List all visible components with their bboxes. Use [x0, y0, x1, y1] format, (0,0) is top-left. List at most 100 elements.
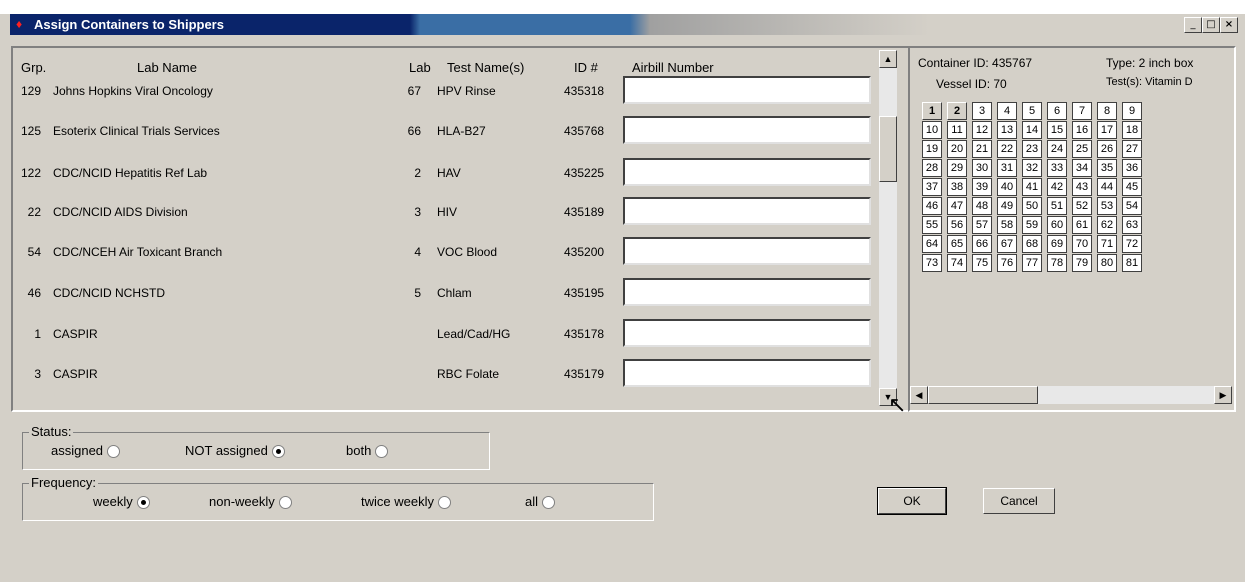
airbill-input[interactable]: [623, 237, 871, 265]
frequency-twice-weekly-option[interactable]: twice weekly: [361, 494, 451, 510]
grid-cell[interactable]: 21: [972, 140, 992, 158]
grid-cell[interactable]: 72: [1122, 235, 1142, 253]
grid-cell[interactable]: 58: [997, 216, 1017, 234]
status-assigned-option[interactable]: assigned: [51, 443, 121, 459]
grid-cell[interactable]: 80: [1097, 254, 1117, 272]
grid-cell[interactable]: 13: [997, 121, 1017, 139]
scroll-up-icon[interactable]: ▲: [879, 50, 897, 68]
grid-cell[interactable]: 55: [922, 216, 942, 234]
grid-cell[interactable]: 16: [1072, 121, 1092, 139]
airbill-input[interactable]: [623, 116, 871, 144]
grid-cell[interactable]: 5: [1022, 102, 1042, 120]
grid-cell[interactable]: 37: [922, 178, 942, 196]
grid-cell[interactable]: 50: [1022, 197, 1042, 215]
grid-cell[interactable]: 73: [922, 254, 942, 272]
vertical-scrollbar[interactable]: ▲ ▼: [879, 50, 897, 406]
grid-cell[interactable]: 3: [972, 102, 992, 120]
frequency-twice-weekly-radio[interactable]: [437, 496, 451, 510]
frequency-non-weekly-radio[interactable]: [278, 496, 292, 510]
grid-cell[interactable]: 34: [1072, 159, 1092, 177]
grid-cell[interactable]: 77: [1022, 254, 1042, 272]
grid-cell[interactable]: 79: [1072, 254, 1092, 272]
grid-cell[interactable]: 4: [997, 102, 1017, 120]
grid-cell[interactable]: 31: [997, 159, 1017, 177]
grid-cell[interactable]: 54: [1122, 197, 1142, 215]
close-icon[interactable]: ×: [1220, 17, 1238, 33]
grid-cell[interactable]: 40: [997, 178, 1017, 196]
airbill-input[interactable]: [623, 319, 871, 347]
grid-cell[interactable]: 64: [922, 235, 942, 253]
grid-cell[interactable]: 15: [1047, 121, 1067, 139]
grid-cell[interactable]: 36: [1122, 159, 1142, 177]
grid-cell[interactable]: 45: [1122, 178, 1142, 196]
airbill-input[interactable]: [623, 76, 871, 104]
grid-cell[interactable]: 47: [947, 197, 967, 215]
grid-cell[interactable]: 27: [1122, 140, 1142, 158]
maximize-icon[interactable]: □: [1202, 17, 1220, 33]
grid-cell[interactable]: 68: [1022, 235, 1042, 253]
grid-cell[interactable]: 65: [947, 235, 967, 253]
grid-cell[interactable]: 18: [1122, 121, 1142, 139]
grid-cell[interactable]: 11: [947, 121, 967, 139]
app-icon[interactable]: ♦: [16, 17, 30, 31]
frequency-all-radio[interactable]: [542, 496, 556, 510]
grid-cell[interactable]: 8: [1097, 102, 1117, 120]
airbill-input[interactable]: [623, 278, 871, 306]
grid-cell[interactable]: 6: [1047, 102, 1067, 120]
grid-cell[interactable]: 43: [1072, 178, 1092, 196]
grid-cell[interactable]: 28: [922, 159, 942, 177]
grid-cell[interactable]: 7: [1072, 102, 1092, 120]
scroll-left-icon[interactable]: ◀: [910, 386, 928, 404]
ok-button[interactable]: OK: [877, 487, 947, 515]
minimize-icon[interactable]: _: [1184, 17, 1202, 33]
grid-cell[interactable]: 48: [972, 197, 992, 215]
grid-cell[interactable]: 52: [1072, 197, 1092, 215]
horizontal-scrollbar[interactable]: ◀ ▶: [910, 386, 1232, 404]
frequency-all-option[interactable]: all: [525, 494, 556, 510]
grid-cell[interactable]: 9: [1122, 102, 1142, 120]
status-assigned-radio[interactable]: [107, 445, 121, 459]
grid-cell[interactable]: 56: [947, 216, 967, 234]
grid-cell[interactable]: 51: [1047, 197, 1067, 215]
grid-cell[interactable]: 33: [1047, 159, 1067, 177]
grid-cell[interactable]: 74: [947, 254, 967, 272]
grid-cell[interactable]: 22: [997, 140, 1017, 158]
grid-cell[interactable]: 12: [972, 121, 992, 139]
grid-cell[interactable]: 62: [1097, 216, 1117, 234]
status-both-option[interactable]: both: [346, 443, 389, 459]
grid-cell[interactable]: 44: [1097, 178, 1117, 196]
grid-cell[interactable]: 2: [947, 102, 967, 120]
grid-cell[interactable]: 39: [972, 178, 992, 196]
grid-cell[interactable]: 46: [922, 197, 942, 215]
grid-cell[interactable]: 1: [922, 102, 942, 120]
grid-cell[interactable]: 49: [997, 197, 1017, 215]
grid-cell[interactable]: 67: [997, 235, 1017, 253]
title-bar[interactable]: ♦ Assign Containers to Shippers _ □ ×: [10, 14, 1240, 35]
grid-cell[interactable]: 78: [1047, 254, 1067, 272]
frequency-weekly-radio[interactable]: [136, 496, 150, 510]
grid-cell[interactable]: 69: [1047, 235, 1067, 253]
frequency-non-weekly-option[interactable]: non-weekly: [209, 494, 292, 510]
status-not-assigned-radio[interactable]: [271, 445, 285, 459]
grid-cell[interactable]: 70: [1072, 235, 1092, 253]
grid-cell[interactable]: 60: [1047, 216, 1067, 234]
grid-cell[interactable]: 26: [1097, 140, 1117, 158]
grid-cell[interactable]: 19: [922, 140, 942, 158]
scroll-thumb[interactable]: [879, 116, 897, 182]
grid-cell[interactable]: 53: [1097, 197, 1117, 215]
status-both-radio[interactable]: [375, 445, 389, 459]
grid-cell[interactable]: 41: [1022, 178, 1042, 196]
grid-cell[interactable]: 71: [1097, 235, 1117, 253]
grid-cell[interactable]: 23: [1022, 140, 1042, 158]
status-not-assigned-option[interactable]: NOT assigned: [185, 443, 285, 459]
grid-cell[interactable]: 20: [947, 140, 967, 158]
grid-cell[interactable]: 81: [1122, 254, 1142, 272]
grid-cell[interactable]: 29: [947, 159, 967, 177]
airbill-input[interactable]: [623, 359, 871, 387]
grid-cell[interactable]: 25: [1072, 140, 1092, 158]
scroll-right-icon[interactable]: ▶: [1214, 386, 1232, 404]
grid-cell[interactable]: 59: [1022, 216, 1042, 234]
grid-cell[interactable]: 38: [947, 178, 967, 196]
grid-cell[interactable]: 42: [1047, 178, 1067, 196]
grid-cell[interactable]: 17: [1097, 121, 1117, 139]
